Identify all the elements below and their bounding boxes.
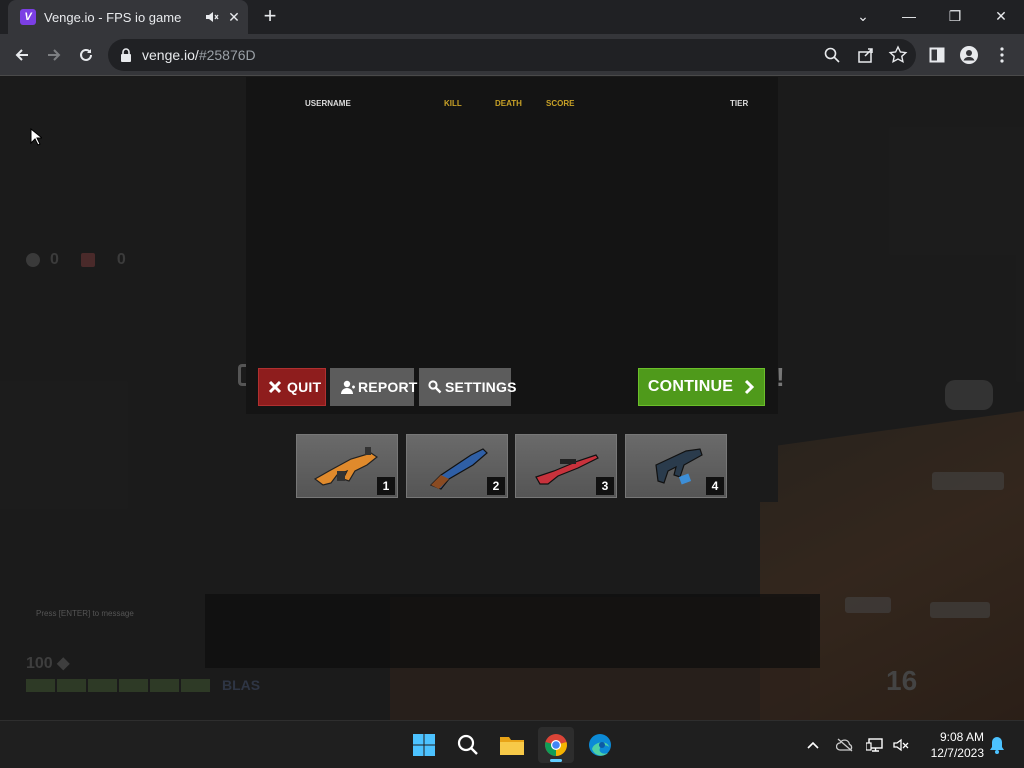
reload-icon[interactable] — [73, 42, 99, 68]
background-weapon-silhouette — [932, 472, 1004, 490]
mouse-cursor-icon — [30, 128, 42, 146]
browser-titlebar: V Venge.io - FPS io game ✕ + ⌄ — ❐ ✕ — [0, 0, 1024, 34]
quit-button[interactable]: QUIT — [258, 368, 326, 406]
continue-label: CONTINUE — [647, 378, 734, 395]
tray-chevron-up-icon[interactable] — [804, 736, 822, 754]
user-report-icon — [341, 380, 355, 394]
chevron-right-icon — [745, 379, 755, 395]
taskbar-search-icon[interactable] — [450, 727, 486, 763]
settings-label: SETTINGS — [445, 379, 517, 395]
url-text[interactable]: venge.io/#25876D — [142, 47, 256, 63]
lock-icon[interactable] — [120, 48, 132, 62]
forward-arrow-icon[interactable] — [41, 42, 67, 68]
venge-favicon-icon: V — [20, 9, 36, 25]
header-username: USERNAME — [305, 99, 351, 108]
gear-icon — [428, 380, 442, 394]
share-icon[interactable] — [856, 45, 876, 65]
background-weapon-silhouette — [930, 602, 990, 618]
notification-bell-icon[interactable] — [988, 736, 1006, 754]
browser-tab[interactable]: V Venge.io - FPS io game ✕ — [8, 0, 248, 34]
profile-avatar-icon[interactable] — [958, 44, 980, 66]
health-value: 100 ◆ — [26, 655, 70, 672]
report-button[interactable]: REPORT — [330, 368, 417, 406]
windows-taskbar: 9:08 AM 12/7/2023 — [0, 720, 1024, 768]
weapon-slot-4[interactable]: 4 — [625, 434, 727, 498]
tab-close-icon[interactable]: ✕ — [226, 9, 242, 25]
restore-button[interactable]: ❐ — [932, 0, 978, 32]
close-x-icon — [268, 380, 282, 394]
network-icon[interactable] — [866, 736, 884, 754]
team-score-left: 0 — [50, 251, 59, 268]
settings-button[interactable]: SETTINGS — [419, 368, 516, 406]
team-score-hud: 0 0 — [26, 251, 126, 269]
new-tab-button[interactable]: + — [258, 5, 282, 29]
ammo-bar — [26, 679, 210, 692]
header-death: DEATH — [495, 99, 522, 108]
minimize-button[interactable]: — — [886, 0, 932, 32]
chat-hint: Press [ENTER] to message — [36, 609, 134, 618]
header-score: SCORE — [546, 99, 575, 108]
close-window-button[interactable]: ✕ — [978, 0, 1024, 32]
speaker-muted-icon[interactable] — [204, 9, 220, 25]
background-weapon-silhouette — [845, 597, 891, 613]
weapon-slot-2[interactable]: 2 — [406, 434, 508, 498]
slot-number: 4 — [706, 477, 724, 495]
onedrive-offline-icon[interactable] — [836, 736, 854, 754]
clock-date: 12/7/2023 — [930, 746, 984, 760]
kebab-menu-icon[interactable] — [991, 44, 1013, 66]
volume-muted-icon[interactable] — [892, 736, 910, 754]
weapon-tag: BLAS — [222, 677, 261, 693]
slot-number: 3 — [596, 477, 614, 495]
weapon-slot-1[interactable]: 1 — [296, 434, 398, 498]
browser-toolbar: venge.io/#25876D — [0, 34, 1024, 76]
team-score-right: 0 — [116, 251, 126, 268]
tab-title: Venge.io - FPS io game — [44, 9, 182, 25]
header-kill: KILL — [444, 99, 462, 108]
chrome-icon[interactable] — [538, 727, 574, 763]
slot-number: 1 — [377, 477, 395, 495]
weapon-slot-3[interactable]: 3 — [515, 434, 617, 498]
chat-panel — [205, 594, 820, 668]
continue-button[interactable]: CONTINUE — [638, 368, 765, 406]
hud-counter: 16 — [886, 665, 918, 696]
report-label: REPORT — [358, 379, 418, 395]
slot-number: 2 — [487, 477, 505, 495]
team-red-icon — [80, 253, 95, 267]
bookmark-star-icon[interactable] — [888, 45, 908, 65]
address-bar[interactable]: venge.io/#25876D — [108, 39, 916, 71]
team-blue-icon — [26, 253, 40, 267]
header-tier: TIER — [730, 99, 749, 108]
background-emblem-silhouette — [945, 380, 993, 410]
hud-bracket — [238, 364, 246, 386]
back-arrow-icon[interactable] — [9, 42, 35, 68]
file-explorer-icon[interactable] — [494, 727, 530, 763]
system-clock[interactable]: 9:08 AM 12/7/2023 — [918, 729, 984, 761]
edge-icon[interactable] — [582, 727, 618, 763]
quit-label: QUIT — [287, 379, 322, 395]
search-icon[interactable] — [822, 45, 842, 65]
clock-time: 9:08 AM — [939, 730, 984, 744]
tab-search-chevron-icon[interactable]: ⌄ — [840, 0, 886, 32]
scoreboard-panel: USERNAME KILL DEATH SCORE TIER — [246, 77, 778, 414]
side-panel-icon[interactable] — [926, 44, 948, 66]
windows-start-icon[interactable] — [406, 727, 442, 763]
